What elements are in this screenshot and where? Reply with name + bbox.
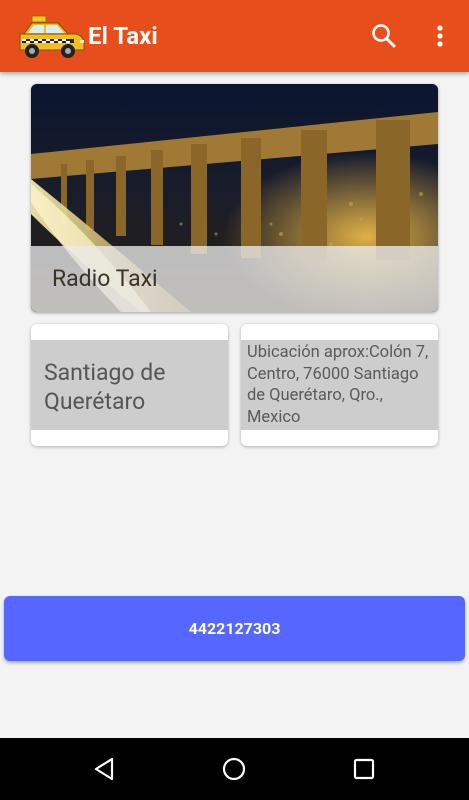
more-vert-icon[interactable] — [428, 22, 452, 50]
city-name: Santiago de Querétaro — [44, 359, 166, 415]
call-phone-button[interactable]: 4422127303 — [4, 596, 465, 661]
home-icon[interactable] — [220, 755, 248, 783]
hero-caption: Radio Taxi — [31, 246, 438, 312]
app-bar: El Taxi — [0, 0, 469, 72]
system-nav-bar — [0, 738, 469, 800]
city-band: Santiago de Querétaro — [31, 340, 228, 430]
taxi-logo-icon — [18, 12, 86, 60]
back-icon[interactable] — [90, 755, 118, 783]
address-band: Ubicación aprox:Colón 7, Centro, 76000 S… — [241, 340, 438, 430]
search-icon[interactable] — [370, 22, 398, 50]
address-text: Ubicación aprox:Colón 7, Centro, 76000 S… — [247, 343, 429, 427]
hero-title: Radio Taxi — [52, 265, 158, 292]
app-title: El Taxi — [88, 22, 158, 50]
radio-taxi-card[interactable]: Radio Taxi — [31, 84, 438, 312]
city-card: Santiago de Querétaro — [31, 324, 228, 446]
address-card: Ubicación aprox:Colón 7, Centro, 76000 S… — [241, 324, 438, 446]
recents-icon[interactable] — [350, 755, 378, 783]
